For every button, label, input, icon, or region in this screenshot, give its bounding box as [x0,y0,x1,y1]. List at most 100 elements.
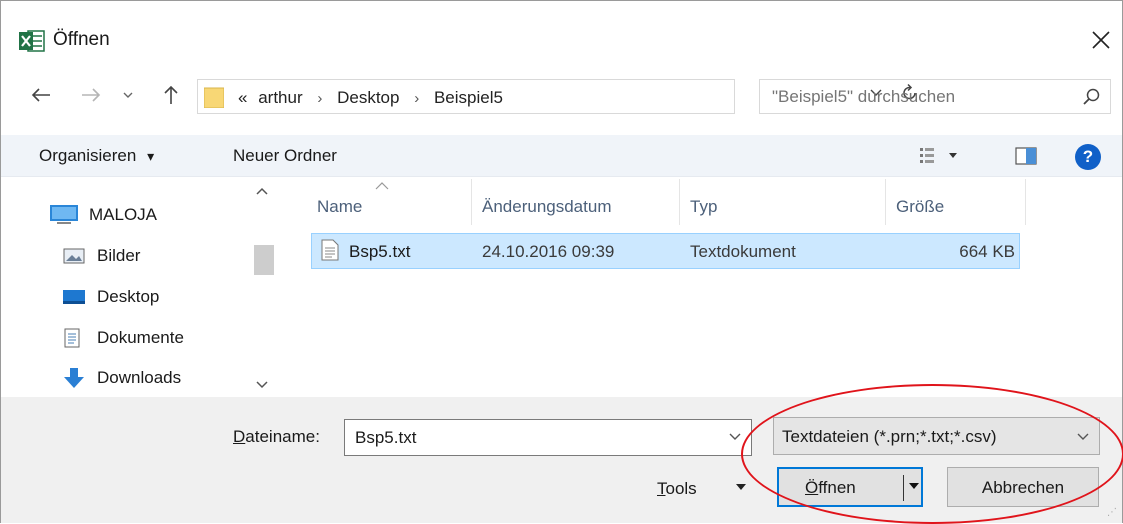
up-arrow-icon [164,85,178,104]
column-divider[interactable] [471,179,472,225]
dialog-footer: Dateiname: Textdateien (*.prn;*.txt;*.cs… [1,397,1122,523]
downloads-icon [63,367,87,389]
filter-dropdown[interactable] [1077,428,1089,444]
breadcrumb-item[interactable]: arthur [258,88,302,107]
scroll-down-button[interactable] [256,377,268,392]
navigation-pane: MALOJA Bilder Desktop Dokumente Download… [1,177,279,397]
excel-icon [19,30,45,52]
resize-grip-icon[interactable]: ⋰ [1107,507,1117,518]
computer-icon [49,204,79,226]
search-box[interactable] [759,79,1111,114]
forward-button[interactable] [77,81,105,109]
column-header-type[interactable]: Typ [690,197,717,217]
cancel-button[interactable]: Abbrechen [947,467,1099,507]
open-options-dropdown[interactable] [908,479,920,493]
nav-item-label: MALOJA [89,205,158,224]
open-button[interactable]: Öffnen [777,467,923,507]
back-button[interactable] [27,81,55,109]
caret-down-icon [736,484,746,490]
title-bar: Öffnen [1,1,1122,67]
address-bar[interactable]: « arthur › Desktop › Beispiel5 [197,79,916,114]
chevron-down-icon [123,92,133,98]
column-divider[interactable] [679,179,680,225]
open-button-label: Öffnen [805,478,856,498]
organize-label: Organisieren [39,146,137,165]
split-divider [903,475,904,501]
nav-item-label: Bilder [97,246,141,265]
file-modified: 24.10.2016 09:39 [482,242,615,261]
nav-item-label: Dokumente [97,328,184,347]
close-button[interactable] [1083,23,1119,57]
details-view-icon [920,148,957,163]
tools-dropdown[interactable] [735,480,747,494]
column-divider[interactable] [885,179,886,225]
open-label-text: ffnen [818,478,856,497]
help-button[interactable]: ? [1075,144,1101,170]
window-title: Öffnen [53,29,110,50]
chevron-down-icon [256,381,268,389]
pictures-icon [63,245,87,267]
preview-pane-icon [1015,147,1037,165]
desktop-icon [63,286,87,308]
search-input[interactable] [770,85,1060,109]
file-type-filter[interactable]: Textdateien (*.prn;*.txt;*.csv) [773,417,1100,455]
tools-accelerator: T [657,479,666,498]
chevron-down-icon [1077,433,1089,440]
file-size: 664 KB [959,242,1015,261]
recent-locations-button[interactable] [119,81,137,109]
filename-label-text: ateiname: [245,427,320,446]
column-header-name[interactable]: Name [317,197,362,217]
nav-item-maloja[interactable]: MALOJA [49,199,157,231]
close-icon [1092,31,1110,49]
up-button[interactable] [157,81,185,109]
nav-item-downloads[interactable]: Downloads [63,362,181,394]
file-name: Bsp5.txt [349,242,411,261]
back-arrow-icon [31,88,50,102]
caret-down-icon [909,483,919,489]
scroll-up-button[interactable] [256,183,268,198]
tools-label: ools [665,479,697,498]
tools-button[interactable]: Tools [657,479,697,499]
column-header-label: Name [317,197,363,216]
open-dialog: Öffnen « arthur › Desktop › Beispiel5 "B… [0,0,1123,524]
search-icon[interactable] [1080,86,1102,108]
command-bar: Organisieren ▾ Neuer Ordner ? [1,135,1122,177]
breadcrumb-item[interactable]: Beispiel5 [434,88,503,107]
chevron-up-icon [256,187,268,195]
breadcrumb-overflow[interactable]: « [238,88,247,107]
nav-item-label: Desktop [97,287,160,306]
forward-arrow-icon [82,88,101,102]
navigation-row: « arthur › Desktop › Beispiel5 [1,75,1122,117]
filename-label: Dateiname: [233,427,320,447]
filename-combobox[interactable] [344,419,752,456]
chevron-down-icon [729,433,741,440]
filename-history-dropdown[interactable] [729,428,741,444]
column-header-size[interactable]: Größe [896,197,944,217]
scroll-thumb[interactable] [254,245,274,275]
file-type: Textdokument [690,242,796,261]
nav-item-desktop[interactable]: Desktop [63,281,159,313]
organize-button[interactable]: Organisieren ▾ [39,146,154,166]
nav-item-dokumente[interactable]: Dokumente [63,322,184,354]
breadcrumb-separator[interactable]: › [414,90,419,107]
new-folder-button[interactable]: Neuer Ordner [233,146,337,166]
preview-pane-button[interactable] [1015,147,1037,170]
filename-input[interactable] [353,426,713,450]
nav-pane-scrollbar[interactable] [248,177,278,397]
sort-ascending-icon [375,177,389,193]
caret-down-icon: ▾ [147,148,155,164]
breadcrumb-separator[interactable]: › [317,90,322,107]
file-row[interactable] [311,233,1020,269]
breadcrumb: « arthur › Desktop › Beispiel5 [238,88,503,108]
column-header-modified[interactable]: Änderungsdatum [482,197,611,217]
cancel-button-label: Abbrechen [981,478,1065,497]
filter-value: Textdateien (*.prn;*.txt;*.csv) [782,427,997,446]
column-divider[interactable] [1025,179,1026,225]
nav-item-bilder[interactable]: Bilder [63,240,140,272]
view-options-button[interactable] [919,147,959,170]
folder-icon [204,87,224,108]
file-list: Name Änderungsdatum Typ Größe Bsp5.txt 2… [279,177,1122,397]
text-file-icon [321,239,339,261]
breadcrumb-item[interactable]: Desktop [337,88,399,107]
nav-item-label: Downloads [97,368,182,387]
